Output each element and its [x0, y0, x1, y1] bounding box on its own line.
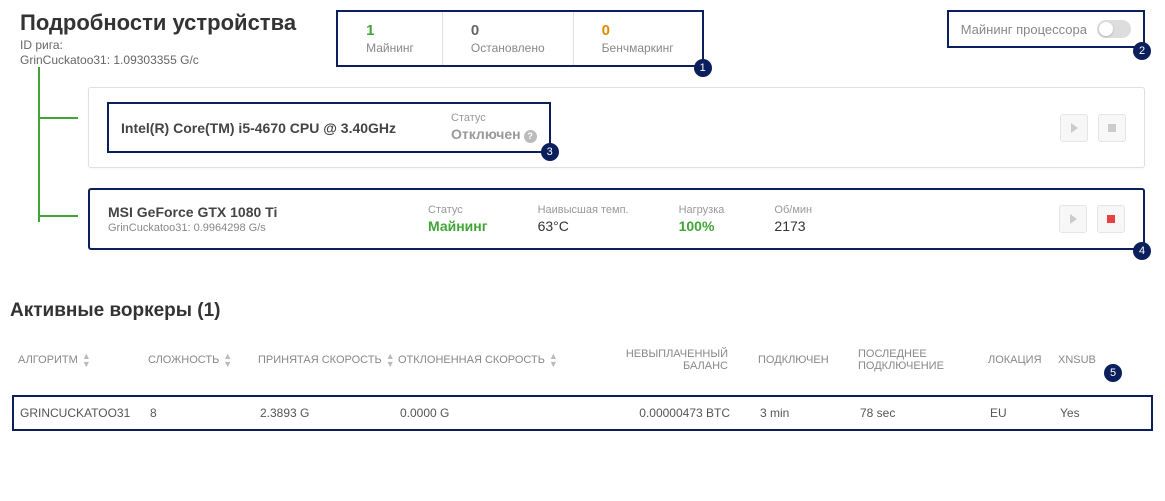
stop-icon — [1108, 124, 1116, 132]
annotation-badge-3: 3 — [541, 143, 559, 161]
cpu-name: Intel(R) Core(TM) i5-4670 CPU @ 3.40GHz — [121, 120, 441, 136]
cell-last: 78 sec — [860, 406, 990, 420]
col-difficulty[interactable]: СЛОЖНОСТЬ▲▼ — [148, 352, 258, 368]
tree-branch — [38, 215, 78, 217]
gpu-status-label: Статус — [428, 204, 488, 216]
stop-button[interactable] — [1098, 114, 1126, 142]
col-last-connection[interactable]: ПОСЛЕДНЕЕ ПОДКЛЮЧЕНИЕ — [858, 348, 988, 372]
sort-icon: ▲▼ — [386, 352, 395, 368]
cell-balance: 0.00000473 BTC — [590, 406, 760, 420]
annotation-badge-2: 2 — [1133, 42, 1151, 60]
workers-table: АЛГОРИТМ▲▼ СЛОЖНОСТЬ▲▼ ПРИНЯТАЯ СКОРОСТЬ… — [0, 340, 1165, 437]
rig-id-line: ID рига: — [20, 38, 296, 52]
annotation-badge-4: 4 — [1133, 242, 1151, 260]
cpu-mining-toggle-wrap: Майнинг процессора — [947, 10, 1145, 48]
stat-mining: 1 Майнинг — [338, 12, 443, 65]
gpu-hashrate: GrinCuckatoo31: 0.9964298 G/s — [108, 222, 428, 234]
worker-row[interactable]: GRINCUCKATOO31 8 2.3893 G 0.0000 G 0.000… — [12, 395, 1153, 431]
cpu-status-label: Статус — [451, 112, 537, 124]
col-xnsub[interactable]: XNSUB 5 — [1058, 354, 1118, 366]
gpu-load-label: Нагрузка — [679, 204, 725, 216]
gpu-status-value: Майнинг — [428, 218, 488, 234]
stat-stopped: 0 Остановлено — [443, 12, 574, 65]
device-details-block: Подробности устройства ID рига: GrinCuck… — [20, 10, 296, 67]
help-icon[interactable]: ? — [524, 130, 537, 143]
gpu-load-value: 100% — [679, 218, 725, 234]
col-unpaid-balance[interactable]: НЕВЫПЛАЧЕННЫЙ БАЛАНС — [588, 348, 758, 372]
mining-stats-panel: 1 Майнинг 0 Остановлено 0 Бенчмаркинг — [336, 10, 704, 67]
stop-icon — [1107, 215, 1115, 223]
col-algorithm[interactable]: АЛГОРИТМ▲▼ — [18, 352, 148, 368]
play-icon — [1070, 214, 1077, 224]
sort-icon: ▲▼ — [549, 352, 558, 368]
page-title: Подробности устройства — [20, 10, 296, 36]
rig-hashrate: GrinCuckatoo31: 1.09303355 G/c — [20, 53, 296, 67]
tree-branch — [38, 117, 78, 119]
col-location[interactable]: ЛОКАЦИЯ — [988, 354, 1058, 366]
col-rejected-speed[interactable]: ОТКЛОНЕННАЯ СКОРОСТЬ▲▼ — [398, 352, 588, 368]
gpu-rpm-value: 2173 — [774, 218, 812, 234]
sort-icon: ▲▼ — [82, 352, 91, 368]
cell-connected: 3 min — [760, 406, 860, 420]
cell-location: EU — [990, 406, 1060, 420]
play-icon — [1071, 123, 1078, 133]
active-workers-title: Активные воркеры (1) — [0, 280, 1165, 340]
gpu-rpm-label: Об/мин — [774, 204, 812, 216]
annotation-badge-5: 5 — [1104, 364, 1122, 382]
cell-accepted: 2.3893 G — [260, 406, 400, 420]
cell-rejected: 0.0000 G — [400, 406, 590, 420]
stop-button[interactable] — [1097, 205, 1125, 233]
stat-benchmarking: 0 Бенчмаркинг — [574, 12, 702, 65]
play-button[interactable] — [1059, 205, 1087, 233]
cpu-status-value: Отключен? — [451, 126, 537, 143]
gpu-device-card[interactable]: MSI GeForce GTX 1080 Ti GrinCuckatoo31: … — [88, 188, 1145, 250]
sort-icon: ▲▼ — [223, 352, 232, 368]
play-button[interactable] — [1060, 114, 1088, 142]
col-connected[interactable]: ПОДКЛЮЧЕН — [758, 354, 858, 366]
table-header: АЛГОРИТМ▲▼ СЛОЖНОСТЬ▲▼ ПРИНЯТАЯ СКОРОСТЬ… — [12, 340, 1153, 381]
gpu-temp-label: Наивысшая темп. — [538, 204, 629, 216]
cell-difficulty: 8 — [150, 406, 260, 420]
cell-xnsub: Yes — [1060, 406, 1120, 420]
gpu-temp-value: 63°C — [538, 218, 629, 234]
col-accepted-speed[interactable]: ПРИНЯТАЯ СКОРОСТЬ▲▼ — [258, 352, 398, 368]
cpu-mining-label: Майнинг процессора — [961, 22, 1087, 37]
gpu-name: MSI GeForce GTX 1080 Ti — [108, 204, 428, 220]
cell-algorithm: GRINCUCKATOO31 — [20, 406, 150, 420]
tree-line — [38, 67, 40, 222]
cpu-mining-toggle[interactable] — [1097, 20, 1131, 38]
cpu-device-card[interactable]: Intel(R) Core(TM) i5-4670 CPU @ 3.40GHz … — [88, 87, 1145, 168]
